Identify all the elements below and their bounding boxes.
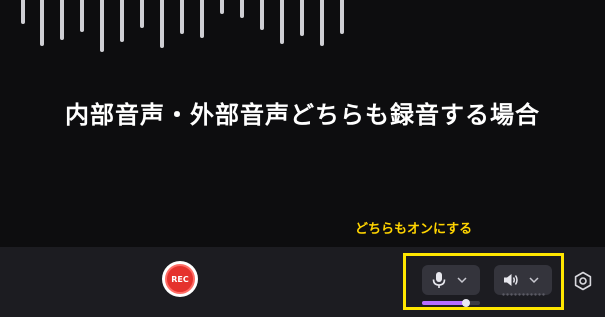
annotation-caption: どちらもオンにする bbox=[355, 222, 473, 237]
chevron-down-icon[interactable] bbox=[529, 276, 539, 284]
system-audio-toggle[interactable] bbox=[494, 265, 552, 295]
settings-icon[interactable] bbox=[573, 271, 593, 291]
microphone-level-slider[interactable] bbox=[422, 299, 480, 307]
system-audio-level-meter bbox=[502, 293, 545, 296]
headline-caption: 内部音声・外部音声どちらも録音する場合 bbox=[65, 101, 540, 129]
microphone-level-fill bbox=[422, 301, 466, 305]
microphone-icon bbox=[432, 272, 446, 288]
microphone-level-handle[interactable] bbox=[461, 299, 470, 307]
audio-waveform bbox=[0, 0, 360, 60]
record-label: REC bbox=[165, 264, 195, 294]
chevron-down-icon[interactable] bbox=[457, 276, 467, 284]
record-button[interactable]: REC bbox=[162, 261, 198, 297]
microphone-toggle[interactable] bbox=[422, 265, 480, 295]
speaker-icon bbox=[504, 274, 518, 286]
